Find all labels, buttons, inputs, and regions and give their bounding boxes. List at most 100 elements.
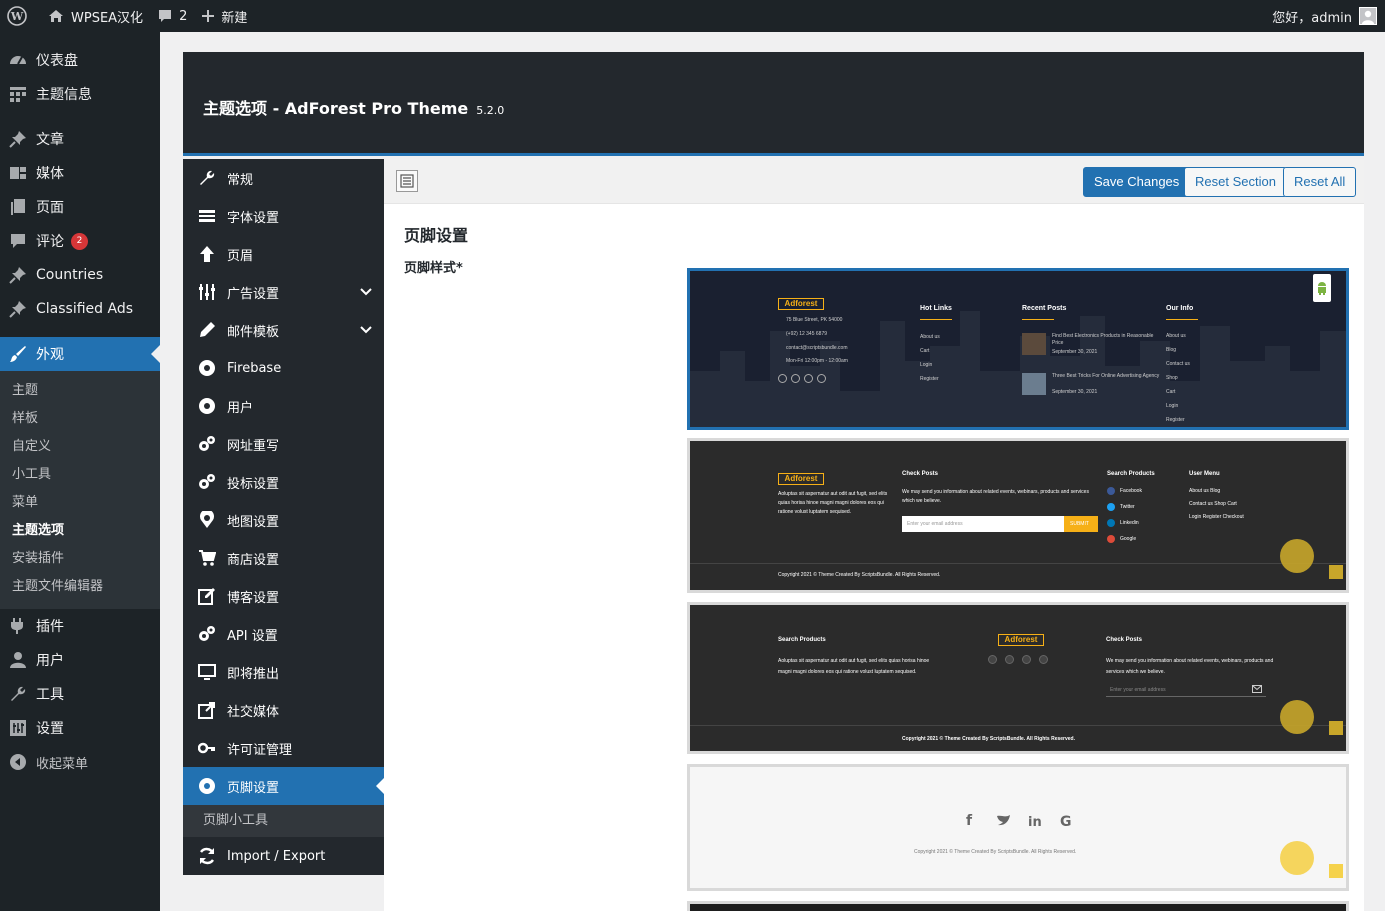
option-tab-maps[interactable]: 地图设置 <box>183 501 384 539</box>
svg-text:in: in <box>1028 815 1042 828</box>
menu-tools[interactable]: 工具 <box>0 677 160 711</box>
preview-divider <box>690 563 1346 564</box>
menu-appearance[interactable]: 外观 <box>0 337 160 371</box>
preview-hours: Mon-Fri 12:00pm - 12:00am <box>786 358 848 364</box>
option-tab-api[interactable]: API 设置 <box>183 615 384 653</box>
submenu-patterns[interactable]: 样板 <box>0 405 160 433</box>
menu-label: 主题信息 <box>36 87 92 103</box>
option-tab-users[interactable]: 用户 <box>183 387 384 425</box>
avatar[interactable] <box>1359 7 1377 25</box>
preview-link: Login Register Checkout <box>1189 514 1244 520</box>
site-name-link[interactable]: WPSEA汉化 <box>40 0 150 32</box>
preview-link: Blog <box>1166 347 1177 353</box>
comments-link[interactable]: 2 <box>150 0 194 32</box>
menu-media[interactable]: 媒体 <box>0 156 160 190</box>
page-icon <box>8 197 28 217</box>
preview-phone: (+92) 12 345 6879 <box>786 331 828 337</box>
menu-classified-ads[interactable]: Classified Ads <box>0 292 160 326</box>
expand-options-button[interactable] <box>396 170 418 192</box>
reset-all-button[interactable]: Reset All <box>1283 167 1357 197</box>
share-icon <box>197 700 217 720</box>
pin-icon <box>8 129 28 149</box>
user-greeting[interactable]: 您好，admin <box>1272 7 1352 26</box>
menu-label: 工具 <box>36 687 64 703</box>
menu-plugins[interactable]: 插件 <box>0 609 160 643</box>
wp-logo-button[interactable]: W <box>0 0 40 32</box>
preview-social-circle <box>988 655 997 664</box>
submenu-theme-options[interactable]: 主题选项 <box>0 517 160 545</box>
menu-label: 插件 <box>36 619 64 635</box>
option-label: 广告设置 <box>227 286 280 302</box>
plus-icon <box>202 10 215 22</box>
preview-heading: Search Products <box>778 637 826 643</box>
option-tab-general[interactable]: 常规 <box>183 159 384 197</box>
footer-style-option-5[interactable] <box>687 901 1349 911</box>
option-tab-ads[interactable]: 广告设置 <box>183 273 384 311</box>
option-tab-coming-soon[interactable]: 即将推出 <box>183 653 384 691</box>
submenu-menus[interactable]: 菜单 <box>0 489 160 517</box>
user-icon <box>8 650 28 670</box>
menu-theme-info[interactable]: 主题信息 <box>0 77 160 111</box>
menu-users[interactable]: 用户 <box>0 643 160 677</box>
options-content: Save Changes Reset Section Reset All 页脚设… <box>384 159 1364 911</box>
comments-count: 2 <box>179 8 188 24</box>
preview-copyright: Copyright 2021 © Theme Created By Script… <box>914 849 1077 855</box>
preview-heading: Check Posts <box>902 471 939 477</box>
preview-link: Cart <box>920 348 930 354</box>
preview-link: Contact us <box>1166 361 1190 367</box>
footer-style-option-1[interactable]: Adforest 75 Blue Street, PK 54000 (+92) … <box>687 268 1349 430</box>
preview-social-circle <box>791 374 800 383</box>
media-icon <box>8 163 28 183</box>
post-thumbnail <box>1022 333 1046 355</box>
option-tab-firebase[interactable]: Firebase <box>183 349 384 387</box>
option-tab-social-media[interactable]: 社交媒体 <box>183 691 384 729</box>
menu-comments[interactable]: 评论 2 <box>0 224 160 258</box>
option-tab-fonts[interactable]: 字体设置 <box>183 197 384 235</box>
menu-collapse[interactable]: 收起菜单 <box>0 745 160 779</box>
menu-dashboard[interactable]: 仪表盘 <box>0 43 160 77</box>
option-label: 页脚设置 <box>227 780 280 796</box>
option-label: API 设置 <box>227 628 278 644</box>
menu-label: 媒体 <box>36 166 64 182</box>
option-tab-footer[interactable]: 页脚设置 <box>183 767 384 805</box>
option-tab-url-rewrite[interactable]: 网址重写 <box>183 425 384 463</box>
submenu-install-plugins[interactable]: 安装插件 <box>0 545 160 573</box>
save-changes-button[interactable]: Save Changes <box>1083 167 1191 197</box>
option-tab-blog[interactable]: 博客设置 <box>183 577 384 615</box>
reset-section-button[interactable]: Reset Section <box>1184 167 1287 197</box>
submenu-widgets[interactable]: 小工具 <box>0 461 160 489</box>
cog-icon <box>197 396 217 416</box>
preview-link: Login <box>1166 403 1179 409</box>
option-label: 即将推出 <box>227 666 280 682</box>
new-content-link[interactable]: 新建 <box>194 0 254 32</box>
preview-submit-button: SUBMIT <box>1064 516 1098 532</box>
footer-style-option-2[interactable]: Adforest Aoluptas sit aspernatur aut odi… <box>687 438 1349 593</box>
refresh-icon <box>197 846 217 866</box>
post-thumbnail <box>1022 373 1046 395</box>
option-tab-license[interactable]: 许可证管理 <box>183 729 384 767</box>
menu-countries[interactable]: Countries <box>0 258 160 292</box>
option-subtab-footer-widgets[interactable]: 页脚小工具 <box>183 805 384 837</box>
submenu-customize[interactable]: 自定义 <box>0 433 160 461</box>
preview-about-text: Aoluptas sit aspernatur aut odit aut fug… <box>778 491 888 515</box>
submenu-theme-file-editor[interactable]: 主题文件编辑器 <box>0 573 160 601</box>
wrench-icon <box>197 168 217 188</box>
twitter-icon <box>1107 503 1115 511</box>
option-tab-import-export[interactable]: Import / Export <box>183 837 384 875</box>
option-tab-header[interactable]: 页眉 <box>183 235 384 273</box>
option-tab-email-templates[interactable]: 邮件模板 <box>183 311 384 349</box>
key-icon <box>197 738 217 758</box>
footer-style-option-4[interactable]: f in G Copyright 2021 © Theme Created By… <box>687 764 1349 891</box>
menu-posts[interactable]: 文章 <box>0 122 160 156</box>
preview-social-circle <box>817 374 826 383</box>
option-tab-bidding[interactable]: 投标设置 <box>183 463 384 501</box>
preview-heading: Hot Links <box>920 305 952 312</box>
menu-settings[interactable]: 设置 <box>0 711 160 745</box>
svg-text:W: W <box>10 10 24 23</box>
preview-copyright: Copyright 2021 © Theme Created By Script… <box>778 572 941 578</box>
option-tab-shop[interactable]: 商店设置 <box>183 539 384 577</box>
footer-style-option-3[interactable]: Search Products Aoluptas sit aspernatur … <box>687 602 1349 754</box>
grid-icon <box>8 84 28 104</box>
submenu-themes[interactable]: 主题 <box>0 377 160 405</box>
menu-pages[interactable]: 页面 <box>0 190 160 224</box>
